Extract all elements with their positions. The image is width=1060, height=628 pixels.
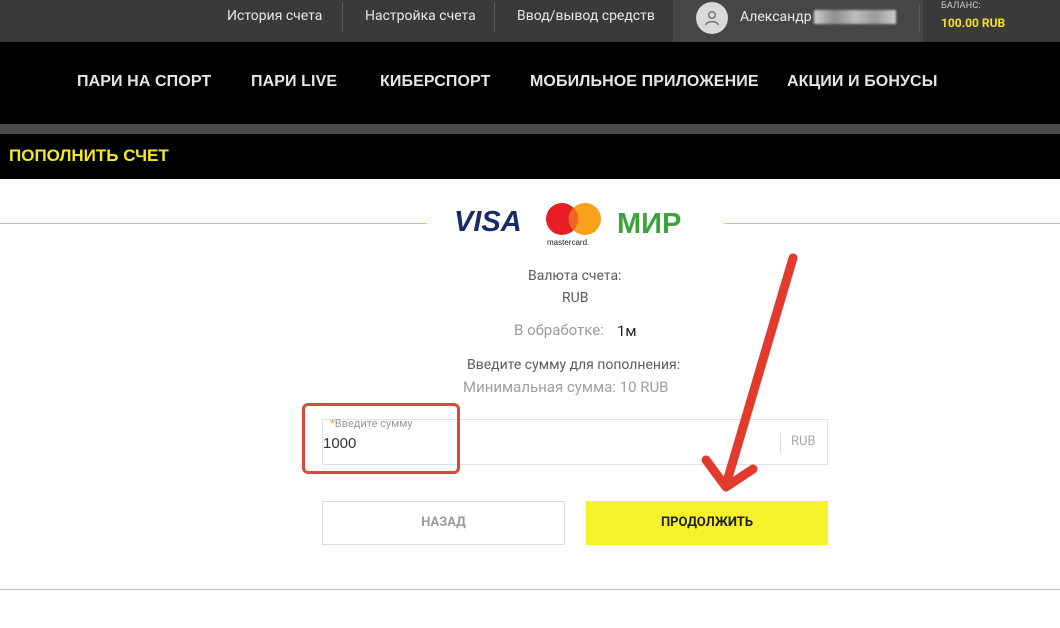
username: Александр: [740, 9, 812, 25]
nav-divider-band: [0, 124, 1060, 134]
top-bar: История счета Настройка счета Ввод/вывод…: [0, 0, 1060, 42]
divider-line: [0, 589, 1060, 590]
divider-line: [0, 223, 427, 224]
visa-logo: VISA: [454, 206, 522, 238]
redacted-surname: [814, 10, 896, 24]
top-divider: [919, 4, 920, 33]
arrow-pointer-icon: [690, 250, 810, 500]
processing-value: 1м: [617, 322, 637, 340]
account-history-link[interactable]: История счета: [227, 0, 322, 42]
enter-amount-label: Введите сумму для пополнения:: [467, 357, 681, 373]
mastercard-logo: mastercard.: [546, 203, 601, 247]
nav-esports[interactable]: КИБЕРСПОРТ: [380, 42, 490, 124]
balance-label: БАЛАНС:: [941, 1, 981, 11]
top-divider: [342, 3, 343, 32]
nav-sport-betting[interactable]: ПАРИ НА СПОРТ: [77, 42, 211, 124]
nav-promotions[interactable]: АКЦИИ И БОНУСЫ: [787, 42, 937, 124]
nav-live-betting[interactable]: ПАРИ LIVE: [251, 42, 337, 124]
svg-text:mastercard.: mastercard.: [547, 238, 589, 247]
user-menu[interactable]: Александр: [673, 0, 923, 42]
currency-label: Валюта счета:: [528, 268, 622, 284]
continue-button[interactable]: ПРОДОЛЖИТЬ: [586, 501, 828, 545]
currency-value: RUB: [562, 290, 589, 306]
user-icon: [696, 2, 728, 34]
mir-logo: МИР: [617, 208, 681, 240]
divider-line: [724, 223, 1060, 224]
main-nav: ПАРИ НА СПОРТ ПАРИ LIVE КИБЕРСПОРТ МОБИЛ…: [0, 42, 1060, 124]
processing-label: В обработке:: [514, 321, 604, 339]
balance-value[interactable]: 100.00 RUB: [941, 16, 1005, 30]
top-divider: [494, 3, 495, 32]
page-title: ПОПОЛНИТЬ СЧЕТ: [9, 146, 169, 165]
nav-mobile-app[interactable]: МОБИЛЬНОЕ ПРИЛОЖЕНИЕ: [530, 42, 759, 124]
deposit-withdraw-link[interactable]: Ввод/вывод средств: [517, 0, 655, 42]
amount-highlight-box: [302, 403, 460, 474]
payment-logos: VISA mastercard. МИР: [448, 199, 704, 249]
min-amount-label: Минимальная сумма: 10 RUB: [463, 378, 669, 396]
title-bar: ПОПОЛНИТЬ СЧЕТ: [0, 134, 1060, 179]
back-button[interactable]: НАЗАД: [322, 501, 565, 545]
account-settings-link[interactable]: Настройка счета: [365, 0, 476, 42]
